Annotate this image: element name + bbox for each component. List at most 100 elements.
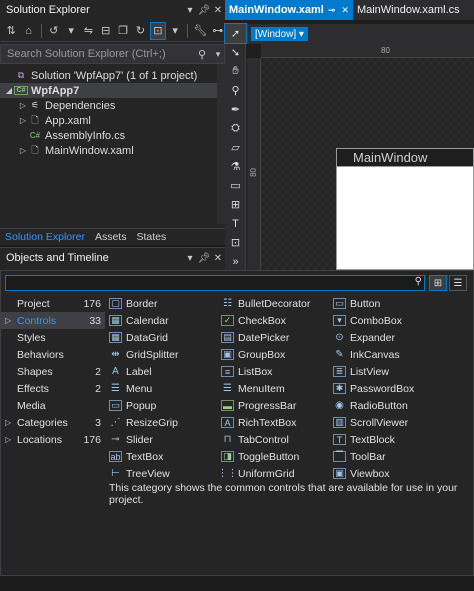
pin-icon[interactable]: 📌︎: [197, 253, 211, 264]
tab-solution-explorer[interactable]: Solution Explorer: [0, 231, 90, 243]
collapse-all-icon[interactable]: ⊟: [99, 23, 113, 39]
control-radiobutton[interactable]: ◉ RadioButton: [333, 397, 445, 414]
expand-arrow-icon[interactable]: ◢: [4, 86, 14, 95]
dropdown-icon[interactable]: ▾: [183, 5, 197, 16]
control-scrollviewer[interactable]: ▥ ScrollViewer: [333, 414, 445, 431]
solution-explorer-search[interactable]: Search Solution Explorer (Ctrl+;) ⚲ ▾: [0, 44, 225, 64]
search-icon[interactable]: ⚲: [415, 276, 422, 287]
preview-icon[interactable]: ⊶: [211, 23, 225, 39]
category-locations[interactable]: ▷ Locations 176: [1, 431, 105, 448]
grid-view-icon[interactable]: ⊞: [429, 275, 447, 291]
control-groupbox[interactable]: ▣ GroupBox: [221, 346, 333, 363]
control-togglebutton[interactable]: ◨ ToggleButton: [221, 448, 333, 465]
control-datepicker[interactable]: ▤ DatePicker: [221, 329, 333, 346]
pin-icon[interactable]: 📌︎: [197, 5, 211, 16]
tree-item-project[interactable]: ◢ C# WpfApp7: [0, 83, 225, 98]
close-icon[interactable]: ✕: [341, 5, 349, 16]
tree-item-solution[interactable]: ⧉ Solution 'WpfApp7' (1 of 1 project): [0, 68, 225, 83]
control-button[interactable]: ▭ Button: [333, 295, 445, 312]
control-progressbar[interactable]: ▬ ProgressBar: [221, 397, 333, 414]
control-menu[interactable]: ☰ Menu: [109, 380, 221, 397]
control-gridsplitter[interactable]: ⇹ GridSplitter: [109, 346, 221, 363]
brush-transform-icon[interactable]: ⛭: [225, 119, 246, 138]
tab-states[interactable]: States: [131, 231, 171, 243]
chevron-down-icon[interactable]: ▾: [64, 23, 78, 39]
control-inkcanvas[interactable]: ✎ InkCanvas: [333, 346, 445, 363]
control-expander[interactable]: ⊙ Expander: [333, 329, 445, 346]
close-icon[interactable]: ✕: [211, 253, 225, 264]
control-bulletdecorator[interactable]: ☷ BulletDecorator: [221, 295, 333, 312]
tree-item-dependencies[interactable]: ▷ ⚟ Dependencies: [0, 98, 225, 113]
pin-icon[interactable]: ⊸: [328, 5, 336, 16]
text-tool-icon[interactable]: T: [225, 214, 246, 233]
chevron-down-icon[interactable]: ▾: [212, 49, 224, 60]
collapse-arrow-icon[interactable]: ▷: [18, 116, 28, 125]
vertical-scrollbar[interactable]: [217, 64, 225, 224]
control-treeview[interactable]: ⊢ TreeView: [109, 465, 221, 482]
category-media[interactable]: Media: [1, 397, 105, 414]
search-input[interactable]: Search Solution Explorer (Ctrl+;): [1, 48, 192, 60]
expand-arrow-icon[interactable]: ▷: [5, 435, 17, 444]
chevron-down-icon[interactable]: ▾: [168, 23, 182, 39]
control-textblock[interactable]: T TextBlock: [333, 431, 445, 448]
control-border[interactable]: ▢ Border: [109, 295, 221, 312]
tree-item-app-xaml[interactable]: ▷ 🗋︎ App.xaml: [0, 113, 225, 128]
pen-icon[interactable]: ✒︎: [225, 100, 246, 119]
category-styles[interactable]: Styles: [1, 329, 105, 346]
tree-item-assemblyinfo[interactable]: C# AssemblyInfo.cs: [0, 128, 225, 143]
eraser-icon[interactable]: ▱: [225, 138, 246, 157]
design-canvas[interactable]: MainWindow: [261, 58, 474, 270]
expand-arrow-icon[interactable]: ▷: [5, 418, 17, 427]
category-effects[interactable]: Effects 2: [1, 380, 105, 397]
list-view-icon[interactable]: ☰: [449, 275, 467, 291]
history-icon[interactable]: ↺: [47, 23, 61, 39]
control-slider[interactable]: ⊸ Slider: [109, 431, 221, 448]
wpf-window-preview[interactable]: MainWindow: [336, 148, 474, 270]
control-viewbox[interactable]: ▣ Viewbox: [333, 465, 445, 482]
controls-icon[interactable]: ⊡: [225, 233, 246, 252]
grid-layout-icon[interactable]: ⊞: [225, 195, 246, 214]
control-label[interactable]: A Label: [109, 363, 221, 380]
expand-arrow-icon[interactable]: ▷: [5, 316, 17, 325]
more-tools-chevron-icon[interactable]: »: [225, 252, 246, 271]
control-checkbox[interactable]: ✓ CheckBox: [221, 312, 333, 329]
category-project[interactable]: Project 176: [1, 295, 105, 312]
refresh-icon[interactable]: ↻: [133, 23, 147, 39]
collapse-arrow-icon[interactable]: ▷: [18, 146, 28, 155]
control-resizegrip[interactable]: ⋰ ResizeGrip: [109, 414, 221, 431]
control-uniformgrid[interactable]: ⋮⋮ UniformGrid: [218, 465, 333, 482]
control-datagrid[interactable]: ▦ DataGrid: [109, 329, 221, 346]
category-behaviors[interactable]: Behaviors: [1, 346, 105, 363]
category-categories[interactable]: ▷ Categories 3: [1, 414, 105, 431]
control-listbox[interactable]: ≡ ListBox: [221, 363, 333, 380]
zoom-icon[interactable]: ⚲: [225, 81, 246, 100]
tree-item-mainwindow[interactable]: ▷ 🗋︎ MainWindow.xaml: [0, 143, 225, 158]
control-richtextbox[interactable]: A RichTextBox: [221, 414, 333, 431]
category-controls[interactable]: ▷ Controls 33: [1, 312, 105, 329]
dropdown-icon[interactable]: ▾: [183, 253, 197, 264]
control-listview[interactable]: ≣ ListView: [333, 363, 445, 380]
pending-changes-filter-icon[interactable]: ⊡: [149, 21, 167, 40]
control-toolbar[interactable]: ▔ ToolBar: [333, 448, 445, 465]
properties-wrench-icon[interactable]: 🔧︎: [193, 23, 207, 39]
scope-selector[interactable]: [Window] ▾: [251, 27, 308, 41]
control-tabcontrol[interactable]: ⊓ TabControl: [221, 431, 333, 448]
show-all-files-icon[interactable]: ❐: [116, 23, 130, 39]
search-icon[interactable]: ⚲: [192, 48, 212, 61]
control-textbox[interactable]: ab TextBox: [109, 448, 221, 465]
assets-search-input[interactable]: ⚲: [5, 275, 425, 291]
sync-icon[interactable]: ⇋: [81, 23, 95, 39]
rectangle-icon[interactable]: ▭: [225, 176, 246, 195]
pan-hand-icon[interactable]: ✋︎: [225, 62, 246, 81]
control-passwordbox[interactable]: ✱ PasswordBox: [333, 380, 445, 397]
control-calendar[interactable]: ▦ Calendar: [109, 312, 221, 329]
control-combobox[interactable]: ▾ ComboBox: [333, 312, 445, 329]
selection-arrow-icon[interactable]: ➚: [224, 23, 247, 44]
tab-mainwindow-xaml[interactable]: MainWindow.xaml ⊸ ✕: [225, 0, 353, 20]
close-icon[interactable]: ✕: [211, 5, 225, 16]
home-icon[interactable]: ⌂: [21, 23, 35, 39]
control-popup[interactable]: ▭ Popup: [109, 397, 221, 414]
collapse-arrow-icon[interactable]: ▷: [18, 101, 28, 110]
direct-selection-icon[interactable]: ➘: [225, 43, 246, 62]
tab-mainwindow-xaml-cs[interactable]: MainWindow.xaml.cs: [353, 0, 464, 20]
